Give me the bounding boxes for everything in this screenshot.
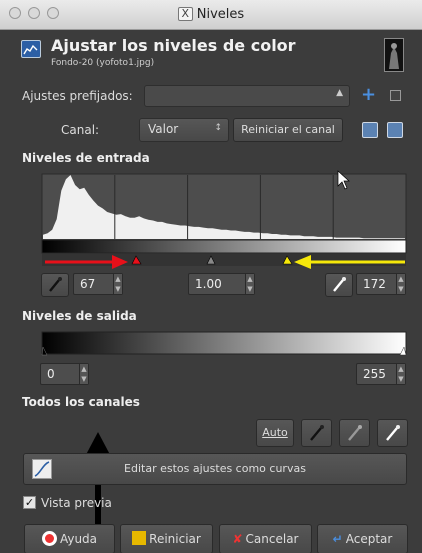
pick-gray-button[interactable] [339, 419, 370, 447]
input-gamma-field[interactable]: 1.00 ▲ ▼ [188, 273, 255, 295]
auto-button[interactable]: Auto [256, 419, 294, 447]
ok-button[interactable]: ↵ Aceptar [317, 524, 408, 553]
reset-icon [132, 531, 147, 545]
output-levels-heading: Niveles de salida [22, 309, 137, 323]
eyedropper-icon [49, 277, 62, 292]
reset-button[interactable]: Reiniciar [120, 524, 213, 553]
input-gradient [41, 239, 407, 254]
eyedropper-black-icon [310, 425, 324, 441]
spin-arrows-icon[interactable]: ▲ ▼ [113, 274, 122, 294]
levels-dialog: X Niveles Ajustar los niveles de color Fo… [0, 0, 422, 553]
pick-white-button[interactable] [377, 419, 408, 447]
output-high-field[interactable]: 255 ▲ ▼ [356, 363, 406, 385]
spin-arrows-icon[interactable]: ▲ ▼ [79, 364, 88, 384]
spin-arrows-icon[interactable]: ▲ ▼ [396, 364, 405, 384]
spin-arrows-icon[interactable]: ▲ ▼ [245, 274, 254, 294]
white-point-picker[interactable] [325, 273, 353, 297]
input-slider-track[interactable] [42, 254, 406, 266]
lifebuoy-icon [41, 531, 57, 546]
eyedropper-icon [333, 277, 346, 292]
output-low-field[interactable]: 0 ▲ ▼ [40, 363, 89, 385]
help-button[interactable]: Ayuda [24, 524, 115, 553]
eyedropper-white-icon [386, 425, 400, 441]
all-channels-heading: Todos los canales [22, 395, 140, 409]
eyedropper-gray-icon [348, 425, 362, 441]
preview-label: Vista previa [41, 496, 112, 510]
output-gradient [41, 331, 407, 355]
black-point-picker[interactable] [41, 273, 69, 297]
pick-black-button[interactable] [301, 419, 332, 447]
edit-as-curves-label: Editar estos ajustes como curvas [124, 462, 306, 475]
enter-arrow-icon: ↵ [332, 532, 343, 546]
input-low-field[interactable]: 67 ▲ ▼ [73, 273, 123, 295]
input-high-field[interactable]: 172 ▲ ▼ [356, 273, 406, 295]
preview-checkbox[interactable]: ✓ [23, 496, 36, 509]
curves-icon [32, 459, 52, 479]
cancel-x-icon: ✘ [232, 532, 243, 546]
edit-as-curves-button[interactable]: Editar estos ajustes como curvas [23, 453, 407, 485]
spin-arrows-icon[interactable]: ▲ ▼ [396, 274, 405, 294]
cancel-button[interactable]: ✘ Cancelar [219, 524, 312, 553]
